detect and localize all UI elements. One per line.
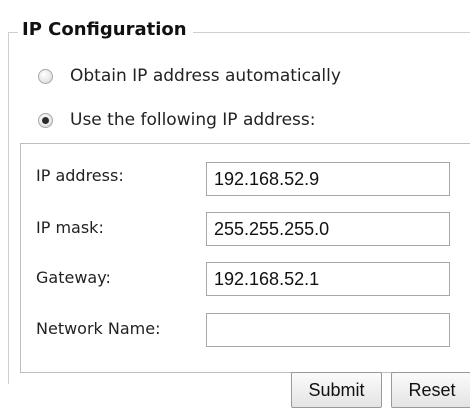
radio-obtain-automatically[interactable]: Obtain IP address automatically [38, 64, 341, 88]
submit-button[interactable]: Submit [291, 372, 382, 408]
ip-address-label: IP address: [36, 166, 124, 185]
radio-use-following[interactable]: Use the following IP address: [38, 108, 315, 132]
ip-address-input[interactable] [206, 162, 450, 196]
ip-mask-label: IP mask: [36, 218, 104, 237]
radio-button-checked-icon[interactable] [38, 112, 53, 128]
network-name-input[interactable] [206, 313, 450, 347]
ip-mask-input[interactable] [206, 212, 450, 246]
network-name-label: Network Name: [36, 319, 161, 338]
radio-button-unchecked-icon[interactable] [38, 68, 53, 84]
gateway-input[interactable] [206, 262, 450, 296]
gateway-label: Gateway: [36, 268, 111, 287]
radio-label-manual: Use the following IP address: [70, 110, 316, 130]
radio-label-automatic: Obtain IP address automatically [70, 66, 341, 86]
reset-button[interactable]: Reset [391, 372, 470, 408]
group-legend: IP Configuration [18, 16, 193, 44]
